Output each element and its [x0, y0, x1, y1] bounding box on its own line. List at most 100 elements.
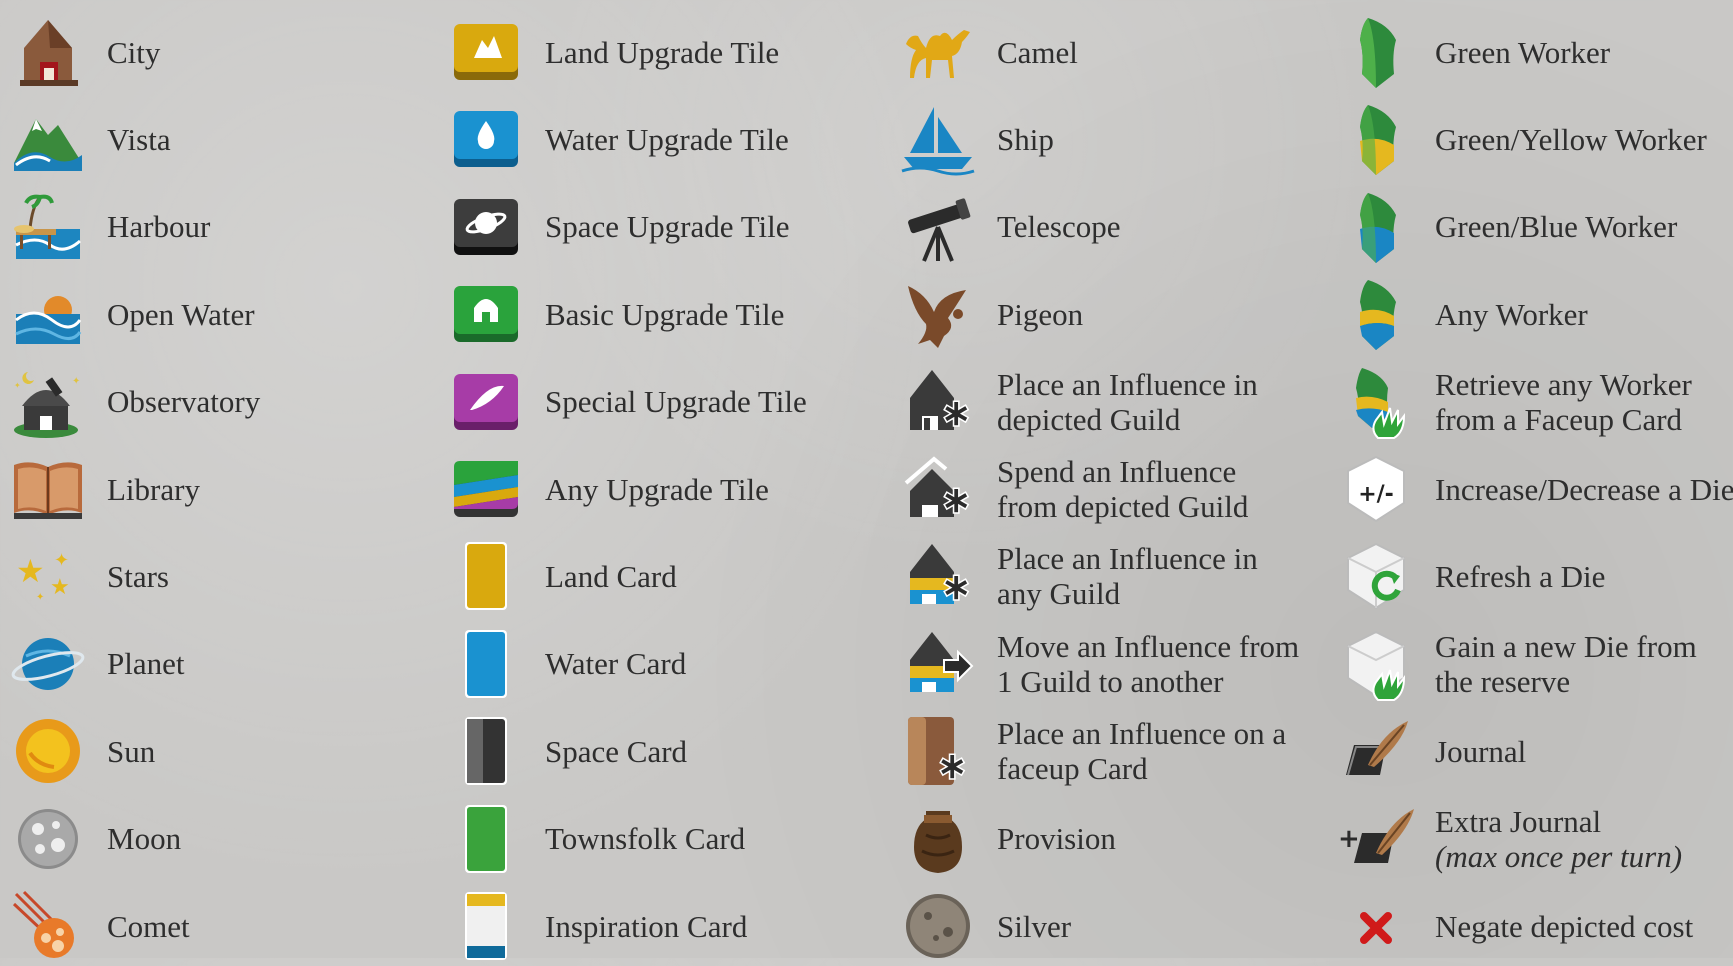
- legend-label-line: Basic Upgrade Tile: [545, 296, 785, 332]
- legend-item: Provision: [898, 799, 1116, 879]
- legend-label-line: Comet: [107, 908, 190, 944]
- legend-label-line: Vista: [107, 121, 171, 157]
- legend-item: ✦ ✦ Observatory: [8, 362, 260, 442]
- legend-item: Moon: [8, 799, 181, 879]
- legend-item: Water Card: [446, 624, 686, 704]
- legend-item: Green Worker: [1336, 12, 1610, 92]
- legend-item: Refresh a Die: [1336, 536, 1605, 616]
- legend-item: Pigeon: [898, 274, 1083, 354]
- legend-label: Journal: [1435, 734, 1526, 769]
- legend-label: Comet: [107, 909, 190, 944]
- city-icon: [8, 12, 88, 92]
- legend-label: Land Upgrade Tile: [545, 35, 779, 70]
- legend-label: Planet: [107, 646, 185, 681]
- legend-label-line: Increase/Decrease a Die: [1435, 471, 1733, 507]
- legend-label-line: Space Upgrade Tile: [545, 209, 790, 245]
- legend-item: Ship: [898, 99, 1054, 179]
- journal-icon: [1336, 711, 1416, 791]
- legend-label: Sun: [107, 734, 155, 769]
- legend-label: Water Upgrade Tile: [545, 122, 789, 157]
- legend-label-line: Place an Influence on a: [997, 716, 1287, 752]
- legend-label: Green/Yellow Worker: [1435, 122, 1707, 157]
- legend-label-line-2: from depicted Guild: [997, 489, 1249, 524]
- svg-text:★: ★: [50, 574, 70, 599]
- inspiration-card-icon: [446, 886, 526, 966]
- svg-text:✦: ✦: [54, 550, 69, 570]
- basic-upgrade-tile-icon: [446, 274, 526, 354]
- legend-label: Open Water: [107, 297, 255, 332]
- legend-label-line: Pigeon: [997, 296, 1084, 332]
- spend-influence-icon: ✱: [898, 449, 978, 529]
- legend-item: Water Upgrade Tile: [446, 99, 789, 179]
- stars-icon: ★ ✦ ★ ✦: [8, 536, 88, 616]
- legend-label: Space Card: [545, 734, 687, 769]
- legend-item: Journal: [1336, 711, 1526, 791]
- svg-text:+/-: +/-: [1358, 482, 1394, 507]
- legend-item: Camel: [898, 12, 1078, 92]
- water-card-icon: [446, 624, 526, 704]
- ship-icon: [898, 99, 978, 179]
- legend-label-line: City: [107, 34, 161, 70]
- legend-label: Negate depicted cost: [1435, 909, 1693, 944]
- legend-label-line-2: the reserve: [1435, 663, 1571, 699]
- legend-label: Any Upgrade Tile: [545, 472, 769, 507]
- legend-label-line: Land Card: [545, 558, 677, 594]
- open-water-icon: [8, 274, 88, 354]
- legend-label-line: Ship: [997, 121, 1054, 157]
- legend-label: City: [107, 35, 160, 70]
- legend-item: Library: [8, 449, 200, 529]
- svg-text:+: +: [1338, 824, 1360, 854]
- legend-label-line: Water Upgrade Tile: [545, 121, 789, 157]
- legend-label: Retrieve any Worker from a Faceup Card: [1435, 367, 1692, 437]
- moon-icon: [8, 799, 88, 879]
- camel-icon: [898, 12, 978, 92]
- legend-label-line: Land Upgrade Tile: [545, 34, 780, 70]
- legend-item: Inspiration Card: [446, 886, 747, 966]
- legend-label: Stars: [107, 559, 169, 594]
- legend-item: Basic Upgrade Tile: [446, 274, 784, 354]
- sun-icon: [8, 711, 88, 791]
- legend-label: Library: [107, 472, 200, 507]
- legend-label-line: Green/Yellow Worker: [1435, 121, 1707, 157]
- planet-icon: [8, 624, 88, 704]
- legend-label: Move an Influence from 1 Guild to another: [997, 629, 1299, 699]
- legend-label: Harbour: [107, 209, 210, 244]
- legend-item: Move an Influence from 1 Guild to another: [898, 624, 1299, 704]
- legend-label-line-2: 1 Guild to another: [997, 663, 1224, 699]
- svg-text:✱: ✱: [942, 569, 971, 609]
- comet-icon: [8, 886, 88, 966]
- legend-label: Provision: [997, 821, 1116, 856]
- legend-item: Space Card: [446, 711, 687, 791]
- legend-label-line: Stars: [107, 558, 169, 594]
- silver-icon: [898, 886, 978, 966]
- legend-label-line: Gain a new Die from: [1435, 628, 1697, 664]
- legend-label-line: Any Worker: [1435, 296, 1588, 332]
- legend-item: Green/Blue Worker: [1336, 187, 1677, 267]
- legend-item: Vista: [8, 99, 171, 179]
- place-influence-any-guild-icon: ✱: [898, 536, 978, 616]
- svg-text:✦: ✦: [36, 592, 44, 603]
- legend-label-line: Observatory: [107, 384, 261, 420]
- legend-label: Inspiration Card: [545, 909, 747, 944]
- legend-item: Silver: [898, 886, 1071, 966]
- legend-label-line-2: depicted Guild: [997, 401, 1181, 437]
- legend-label-line: Retrieve any Worker: [1435, 366, 1692, 402]
- svg-text:✱: ✱: [942, 482, 971, 522]
- legend-item: Gain a new Die from the reserve: [1336, 624, 1697, 704]
- legend-label: Space Upgrade Tile: [545, 209, 790, 244]
- legend-label-line: Extra Journal: [1435, 803, 1602, 839]
- legend-item: Special Upgrade Tile: [446, 362, 807, 442]
- legend-item: Telescope: [898, 187, 1121, 267]
- legend-label: Spend an Influence from depicted Guild: [997, 454, 1248, 524]
- library-icon: [8, 449, 88, 529]
- extra-journal-icon: +: [1336, 799, 1416, 879]
- vista-icon: [8, 99, 88, 179]
- legend-label-line-2: any Guild: [997, 576, 1121, 612]
- legend-item: Green/Yellow Worker: [1336, 99, 1707, 179]
- svg-text:✦: ✦: [14, 381, 21, 390]
- retrieve-worker-icon: [1336, 362, 1416, 442]
- observatory-icon: ✦ ✦: [8, 362, 88, 442]
- influence-faceup-card-icon: ✱: [898, 711, 978, 791]
- legend-label: Townsfolk Card: [545, 821, 745, 856]
- legend-label-line: Planet: [107, 646, 185, 682]
